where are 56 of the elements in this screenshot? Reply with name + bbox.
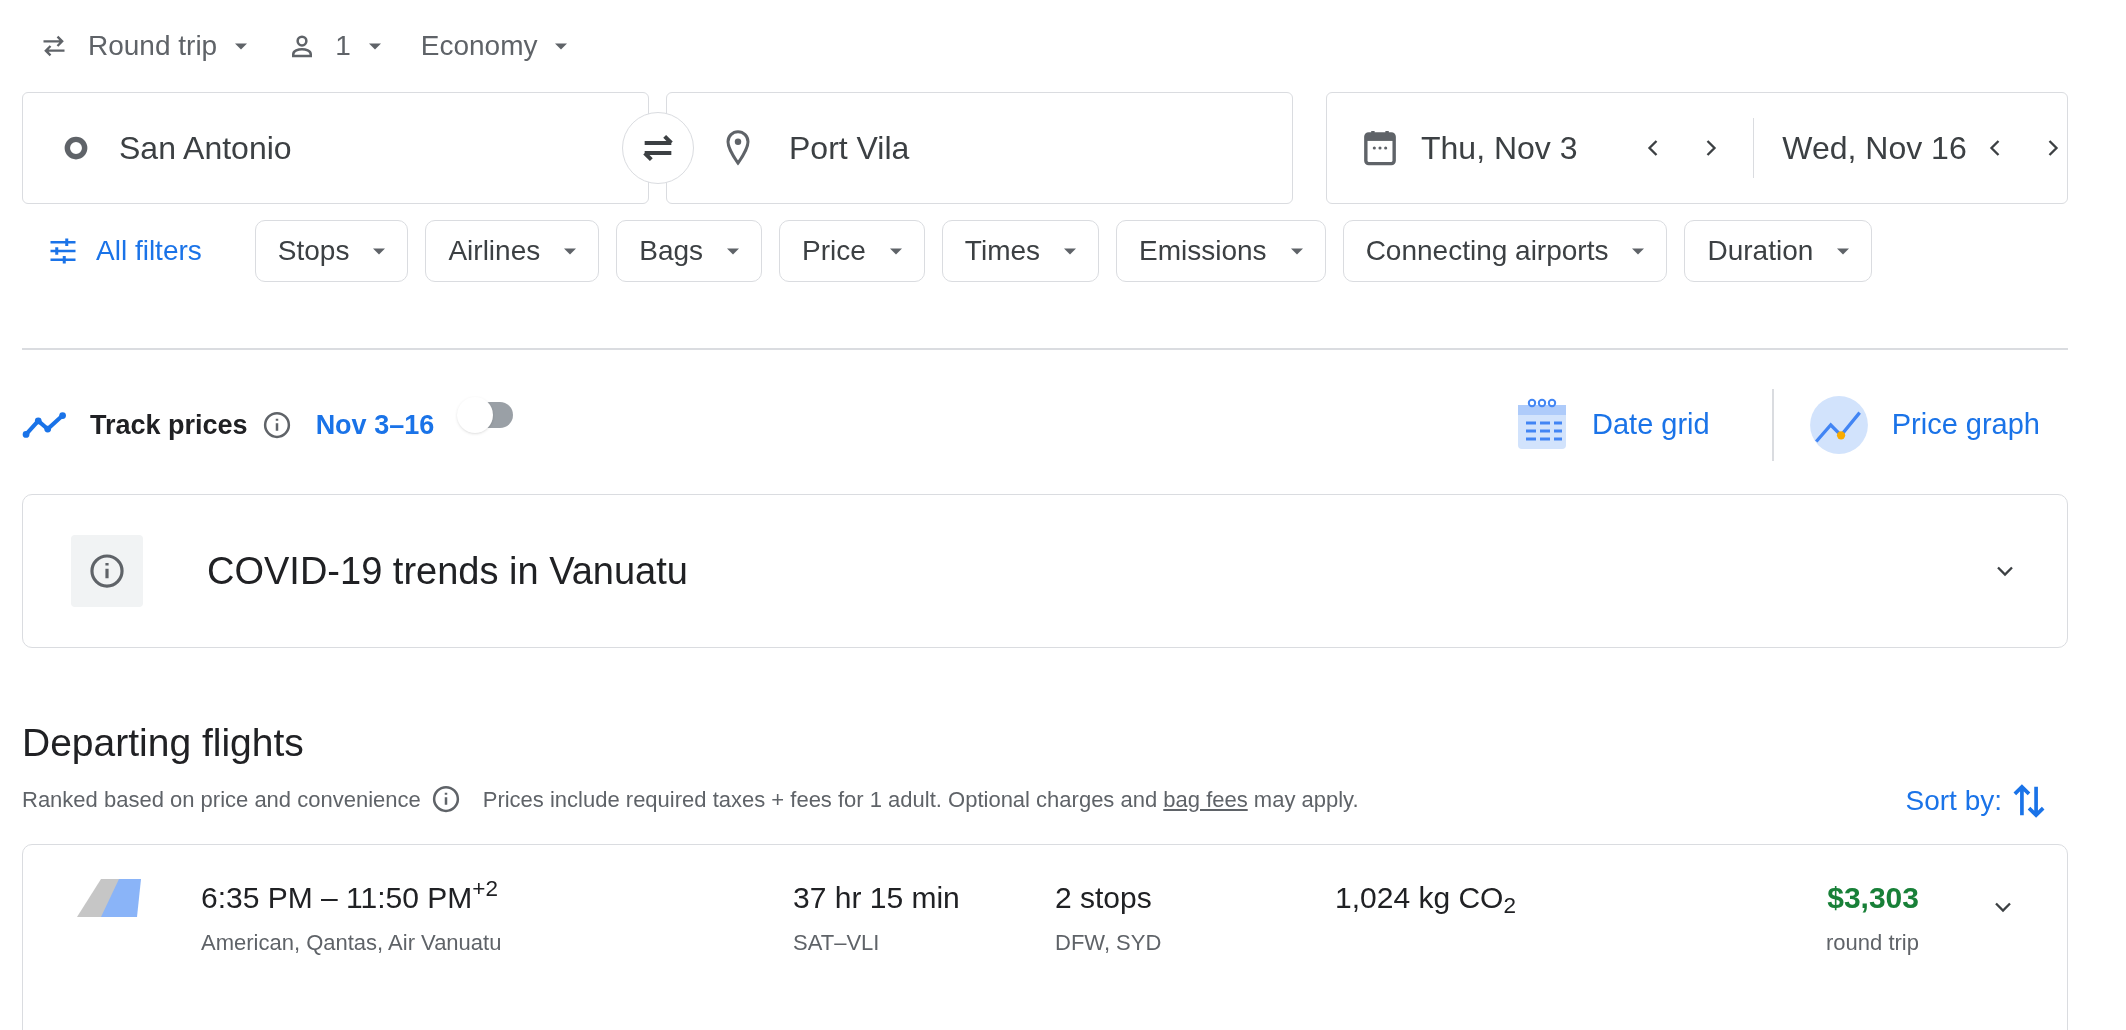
caret-icon: [368, 42, 381, 50]
info-icon[interactable]: [261, 410, 292, 440]
flight-duration: 37 hr 15 min: [793, 879, 961, 916]
track-prices-label: Track prices: [90, 408, 248, 442]
filter-chip[interactable]: Times: [941, 220, 1100, 282]
sort-button[interactable]: Sort by:: [1905, 779, 2046, 822]
caret-icon: [1290, 247, 1303, 255]
trip-type-dropdown[interactable]: Round trip: [38, 17, 248, 75]
origin-field[interactable]: San Antonio: [22, 92, 649, 204]
tracked-dates: Nov 3–16: [315, 408, 435, 442]
caret-icon: [889, 247, 902, 255]
trend-line-icon: [22, 410, 68, 440]
circle-icon: [63, 135, 89, 161]
line-graph-icon: [1807, 394, 1870, 456]
stop-airports: DFW, SYD: [1055, 928, 1163, 957]
date-grid-button[interactable]: Date grid: [1514, 397, 1738, 453]
covid-title: COVID-19 trends in Vanuatu: [207, 548, 688, 594]
caret-icon: [727, 247, 740, 255]
info-icon[interactable]: [430, 784, 461, 814]
calendar-icon: [1363, 128, 1397, 168]
info-icon[interactable]: [88, 552, 126, 590]
filter-chip[interactable]: Airlines: [425, 220, 600, 282]
cabin-class-dropdown[interactable]: Economy: [420, 17, 568, 75]
filter-chip[interactable]: Stops: [254, 220, 409, 282]
destination-field[interactable]: Port Vila: [666, 92, 1293, 204]
flight-price: $3,303: [1827, 879, 1919, 916]
covid-card[interactable]: COVID-19 trends in Vanuatu: [22, 494, 2068, 648]
route-codes: SAT–VLI: [793, 928, 881, 957]
filter-chip[interactable]: Emissions: [1116, 220, 1326, 282]
caret-icon: [1837, 247, 1850, 255]
filter-chip[interactable]: Price: [779, 220, 925, 282]
all-filters-button[interactable]: All filters: [22, 220, 228, 282]
price-note: Prices include required taxes + fees for 1 adult. Optional charges and bag fees may apply.: [482, 785, 1359, 814]
caret-icon: [555, 42, 568, 50]
filter-chip[interactable]: Bags: [616, 220, 763, 282]
emissions-value: 1,024 kg CO$_{2}$: [1335, 879, 1517, 920]
ranking-note: Ranked based on price and convenience: [22, 785, 421, 814]
caret-icon: [1632, 247, 1645, 255]
caret-icon: [235, 42, 248, 50]
caret-icon: [373, 247, 386, 255]
filter-chip[interactable]: Connecting airports: [1342, 220, 1668, 282]
sliders-icon: [48, 238, 78, 264]
filter-chip[interactable]: Duration: [1684, 220, 1873, 282]
flight-card[interactable]: 6:35 PM – 11:50 PM$^{+2}$ American, Qantas, Air Vanuatu 37 hr 15 min SAT–VLI 2 stops DFW, SYD 1,024 kg CO$_{2}$ $3,303 round trip: [22, 843, 2068, 1030]
bag-fees-link[interactable]: bag fees: [1163, 786, 1248, 812]
return-date[interactable]: Wed, Nov 16: [1782, 124, 1975, 172]
price-graph-button[interactable]: Price graph: [1807, 394, 2068, 456]
price-type: round trip: [1826, 928, 1919, 957]
section-heading: Departing flights: [22, 720, 305, 766]
stops-count: 2 stops: [1055, 879, 1153, 916]
airline-names: American, Qantas, Air Vanuatu: [201, 928, 503, 957]
departure-date[interactable]: Thu, Nov 3: [1421, 124, 1620, 172]
flight-times: 6:35 PM – 11:50 PM$^{+2}$: [201, 875, 499, 916]
passengers-dropdown[interactable]: 1: [287, 17, 381, 75]
caret-icon: [564, 247, 577, 255]
caret-icon: [1064, 247, 1077, 255]
